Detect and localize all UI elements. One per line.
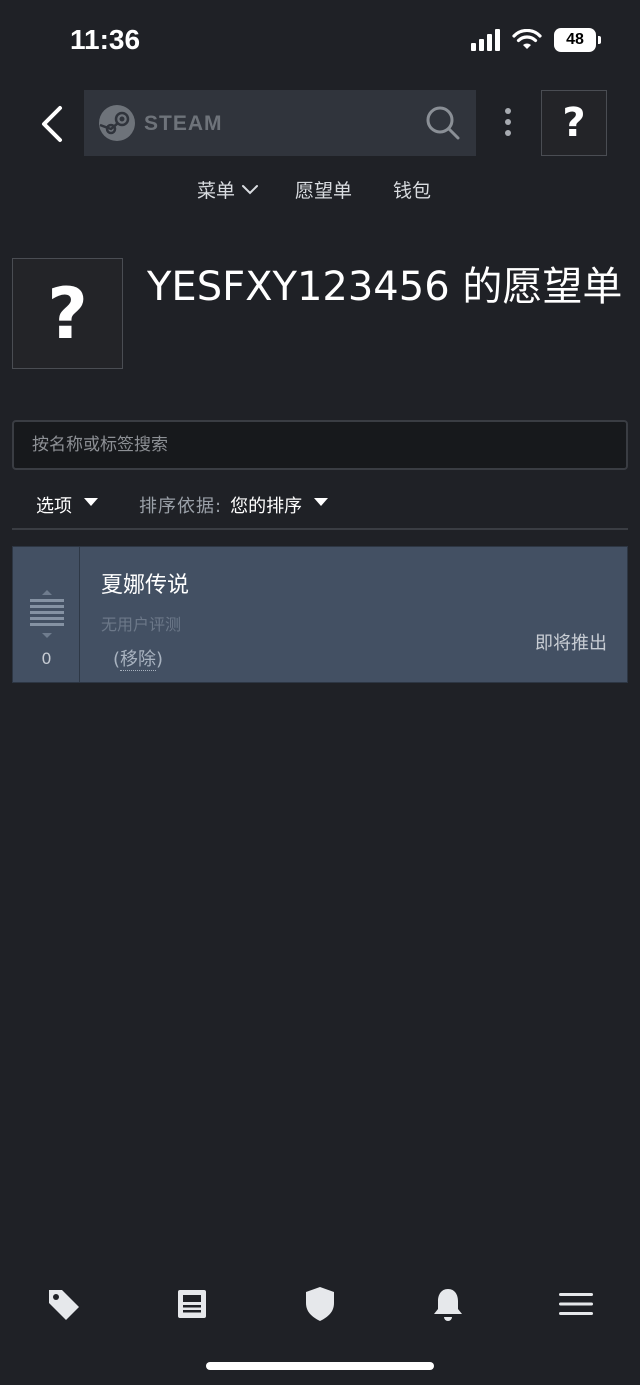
back-arrow-icon[interactable] xyxy=(34,102,70,146)
caret-down-icon xyxy=(84,498,98,506)
options-label: 选项 xyxy=(36,496,72,517)
review-summary: 无用户评测 xyxy=(101,615,182,634)
tag-icon xyxy=(49,1290,79,1320)
sort-prefix: 排序依据: xyxy=(139,496,223,517)
page-title: YESFXY123456 的愿望单 xyxy=(147,264,623,310)
tab-notifications[interactable] xyxy=(428,1284,468,1324)
status-time: 11:36 xyxy=(70,24,141,55)
remove-paren-close: ) xyxy=(156,649,164,670)
wifi-icon xyxy=(512,29,542,49)
steam-logo-text: STEAM xyxy=(144,112,223,135)
release-status: 即将推出 xyxy=(535,633,607,654)
nav-wishlist[interactable]: 愿望单 xyxy=(295,176,352,203)
remove-paren-open: ( xyxy=(113,649,121,670)
wishlist-row[interactable]: 0 夏娜传说 无用户评测 (移除) 即将推出 xyxy=(12,546,628,683)
game-title[interactable]: 夏娜传说 xyxy=(101,567,189,599)
rank-column: 0 xyxy=(13,547,80,682)
wishlist-search-input[interactable] xyxy=(12,420,628,470)
profile-avatar[interactable]: ? xyxy=(12,258,123,369)
battery-indicator: 48 xyxy=(554,28,601,52)
tab-news[interactable] xyxy=(172,1284,212,1324)
caret-down-icon xyxy=(314,498,329,506)
options-dropdown[interactable]: 选项 xyxy=(36,492,98,518)
store-search-bar[interactable]: STEAM xyxy=(84,90,476,156)
steam-logo-icon xyxy=(99,105,135,141)
more-options-icon[interactable] xyxy=(498,104,518,140)
bell-icon xyxy=(434,1289,462,1321)
tab-guard[interactable] xyxy=(300,1284,340,1324)
drag-handle-icon[interactable] xyxy=(29,589,65,639)
user-avatar-button[interactable]: ? xyxy=(541,90,607,156)
home-indicator[interactable] xyxy=(206,1362,434,1370)
news-icon xyxy=(178,1290,206,1318)
rank-number: 0 xyxy=(41,649,52,668)
bottom-tab-bar xyxy=(0,1284,640,1344)
search-icon[interactable] xyxy=(424,104,462,142)
chevron-down-icon xyxy=(242,184,259,194)
sort-value: 您的排序 xyxy=(230,496,303,517)
nav-menu[interactable]: 菜单 xyxy=(197,176,259,203)
status-bar: 11:36 48 xyxy=(0,0,640,80)
status-icons: 48 xyxy=(471,28,601,52)
shield-icon xyxy=(306,1287,334,1321)
remove-label: 移除 xyxy=(120,649,157,671)
menu-icon xyxy=(559,1293,593,1315)
tab-menu[interactable] xyxy=(556,1284,596,1324)
store-nav: 菜单 愿望单 钱包 xyxy=(0,176,640,206)
nav-wallet[interactable]: 钱包 xyxy=(393,176,431,203)
tab-store[interactable] xyxy=(44,1284,84,1324)
nav-menu-label: 菜单 xyxy=(197,180,236,202)
remove-link[interactable]: (移除) xyxy=(113,645,163,671)
sort-dropdown[interactable]: 排序依据: 您的排序 xyxy=(139,492,329,518)
cellular-signal-icon xyxy=(471,29,500,51)
wishlist-options-row: 选项 排序依据: 您的排序 xyxy=(12,480,628,530)
